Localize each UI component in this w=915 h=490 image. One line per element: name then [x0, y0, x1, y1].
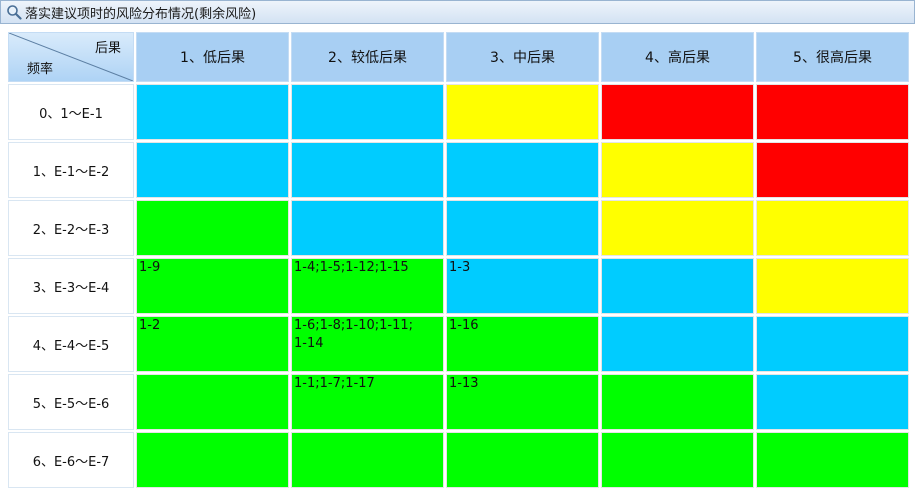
table-row: 6、E-6～E-7 [8, 432, 909, 488]
window-titlebar: 落实建议项时的风险分布情况(剩余风险) [0, 0, 915, 24]
risk-cell-red[interactable] [756, 84, 909, 140]
risk-cell-blue[interactable] [291, 200, 444, 256]
risk-cell-blue[interactable] [601, 258, 754, 314]
risk-cell-green[interactable] [756, 432, 909, 488]
risk-cell-green[interactable] [446, 432, 599, 488]
matrix-body: 0、1～E-1 1、E-1～E-2 2、E-2～E-3 3、E-3～E-4 1-9 1-4… [8, 84, 909, 488]
consequence-axis-label: 后果 [94, 41, 121, 56]
row-header-frequency[interactable]: 6、E-6～E-7 [8, 432, 134, 488]
risk-cell-blue[interactable] [756, 316, 909, 372]
risk-cell-green[interactable] [601, 374, 754, 430]
risk-cell-yellow[interactable] [756, 200, 909, 256]
column-header[interactable]: 4、高后果 [601, 32, 754, 82]
column-header[interactable]: 3、中后果 [446, 32, 599, 82]
risk-cell-green[interactable] [136, 374, 289, 430]
risk-cell-green[interactable]: 1-13 [446, 374, 599, 430]
risk-cell-yellow[interactable] [601, 200, 754, 256]
risk-cell-green[interactable] [136, 200, 289, 256]
risk-cell-items: 1-4;1-5;1-12;1-15 [294, 260, 409, 275]
risk-cell-green[interactable]: 1-16 [446, 316, 599, 372]
risk-cell-blue[interactable]: 1-3 [446, 258, 599, 314]
risk-cell-items: 1-13 [449, 376, 479, 391]
risk-cell-blue[interactable] [446, 142, 599, 198]
risk-cell-items: 1-2 [139, 318, 161, 333]
risk-cell-green[interactable]: 1-4;1-5;1-12;1-15 [291, 258, 444, 314]
risk-cell-blue[interactable] [756, 374, 909, 430]
risk-cell-blue[interactable] [136, 142, 289, 198]
table-row: 5、E-5～E-6 1-1;1-7;1-17 1-13 [8, 374, 909, 430]
risk-cell-blue[interactable] [136, 84, 289, 140]
risk-cell-green[interactable] [136, 432, 289, 488]
row-header-frequency[interactable]: 4、E-4～E-5 [8, 316, 134, 372]
risk-cell-red[interactable] [601, 84, 754, 140]
row-header-frequency[interactable]: 5、E-5～E-6 [8, 374, 134, 430]
risk-cell-blue[interactable] [291, 142, 444, 198]
risk-cell-red[interactable] [756, 142, 909, 198]
risk-cell-green[interactable]: 1-6;1-8;1-10;1-11; 1-14 [291, 316, 444, 372]
risk-cell-green[interactable]: 1-9 [136, 258, 289, 314]
column-header[interactable]: 1、低后果 [136, 32, 289, 82]
table-row: 1、E-1～E-2 [8, 142, 909, 198]
risk-cell-items: 1-3 [449, 260, 471, 275]
column-header[interactable]: 5、很高后果 [756, 32, 909, 82]
table-row: 4、E-4～E-5 1-2 1-6;1-8;1-10;1-11; 1-14 1-16 [8, 316, 909, 372]
table-row: 0、1～E-1 [8, 84, 909, 140]
risk-matrix-table: 后果 频率 1、低后果 2、较低后果 3、中后果 4、高后果 5、很高后果 0、… [6, 30, 911, 490]
risk-cell-blue[interactable] [291, 84, 444, 140]
risk-cell-yellow[interactable] [601, 142, 754, 198]
column-header[interactable]: 2、较低后果 [291, 32, 444, 82]
table-row: 3、E-3～E-4 1-9 1-4;1-5;1-12;1-15 1-3 [8, 258, 909, 314]
header-row: 后果 频率 1、低后果 2、较低后果 3、中后果 4、高后果 5、很高后果 [8, 32, 909, 82]
risk-cell-green[interactable]: 1-1;1-7;1-17 [291, 374, 444, 430]
risk-cell-items: 1-6;1-8;1-10;1-11; 1-14 [294, 318, 413, 351]
risk-cell-green[interactable]: 1-2 [136, 316, 289, 372]
risk-cell-yellow[interactable] [756, 258, 909, 314]
risk-cell-green[interactable] [291, 432, 444, 488]
risk-cell-green[interactable] [601, 432, 754, 488]
row-header-frequency[interactable]: 3、E-3～E-4 [8, 258, 134, 314]
risk-cell-items: 1-1;1-7;1-17 [294, 376, 375, 391]
window-title: 落实建议项时的风险分布情况(剩余风险) [25, 6, 257, 22]
frequency-axis-label: 频率 [27, 62, 54, 77]
corner-header: 后果 频率 [8, 32, 134, 82]
search-icon [7, 5, 22, 20]
table-row: 2、E-2～E-3 [8, 200, 909, 256]
row-header-frequency[interactable]: 2、E-2～E-3 [8, 200, 134, 256]
risk-cell-blue[interactable] [446, 200, 599, 256]
risk-cell-items: 1-16 [449, 318, 479, 333]
risk-cell-items: 1-9 [139, 260, 161, 275]
row-header-frequency[interactable]: 1、E-1～E-2 [8, 142, 134, 198]
risk-cell-blue[interactable] [601, 316, 754, 372]
row-header-frequency[interactable]: 0、1～E-1 [8, 84, 134, 140]
risk-cell-yellow[interactable] [446, 84, 599, 140]
